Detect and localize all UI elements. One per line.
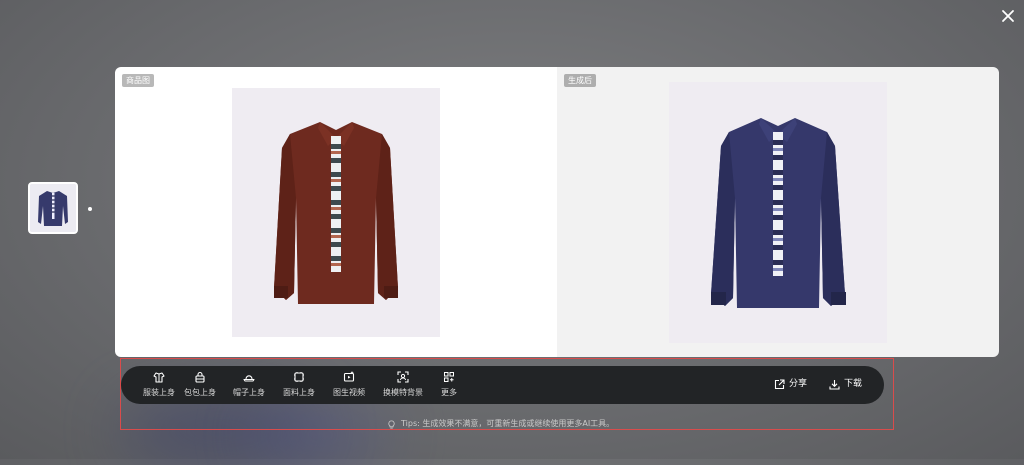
- bag-icon: [195, 371, 205, 383]
- video-icon: [343, 371, 355, 382]
- comparison-view: 商品图 生成后: [115, 67, 999, 357]
- fabric-icon: [294, 372, 304, 382]
- download-icon: [829, 379, 840, 390]
- tool-clothing-try-on[interactable]: 服装上身: [143, 371, 175, 398]
- tool-label: 更多: [441, 388, 457, 397]
- tool-image-to-video[interactable]: 图生视频: [333, 371, 365, 398]
- scan-icon: [397, 371, 409, 383]
- grid-plus-icon: [444, 372, 454, 382]
- generated-image: [669, 82, 887, 343]
- hat-icon: [243, 375, 255, 382]
- tool-label: 服装上身: [143, 388, 175, 397]
- download-label: 下载: [844, 379, 863, 389]
- share-button[interactable]: 分享: [774, 378, 807, 390]
- generated-panel: 生成后: [557, 67, 999, 357]
- tool-bag-try-on[interactable]: 包包上身: [184, 371, 216, 398]
- active-indicator: [88, 207, 92, 211]
- download-button[interactable]: 下载: [829, 378, 862, 390]
- tool-label: 面料上身: [283, 388, 315, 397]
- tool-fabric-try-on[interactable]: 面料上身: [283, 371, 315, 398]
- original-image: [232, 88, 440, 337]
- shirt-icon: [153, 372, 165, 383]
- original-tag: 商品图: [122, 74, 154, 87]
- tool-label: 包包上身: [184, 388, 216, 397]
- tool-hat-try-on[interactable]: 帽子上身: [233, 371, 265, 398]
- original-panel: 商品图: [115, 67, 557, 357]
- close-button[interactable]: [1000, 8, 1016, 24]
- tool-label: 换模特背景: [383, 388, 423, 397]
- tool-bar: 服装上身 包包上身 帽子上身 面料上身 图生视频 换模特背景 更多 分享 下载: [121, 366, 884, 404]
- share-icon: [774, 378, 785, 389]
- tool-more[interactable]: 更多: [441, 371, 457, 398]
- share-label: 分享: [789, 379, 808, 389]
- tips-text: Tips: 生成效果不满意，可重新生成或继续使用更多AI工具。: [401, 419, 615, 428]
- tips-row: Tips: 生成效果不满意，可重新生成或继续使用更多AI工具。: [387, 419, 614, 429]
- tool-label: 帽子上身: [233, 388, 265, 397]
- tool-change-model-background[interactable]: 换模特背景: [383, 371, 423, 398]
- thumbnail-item[interactable]: [28, 182, 78, 234]
- lightbulb-icon: [388, 419, 395, 429]
- thumbnail-image: [30, 184, 76, 232]
- generated-tag: 生成后: [564, 74, 596, 87]
- close-icon: [1002, 10, 1014, 22]
- tool-label: 图生视频: [333, 388, 365, 397]
